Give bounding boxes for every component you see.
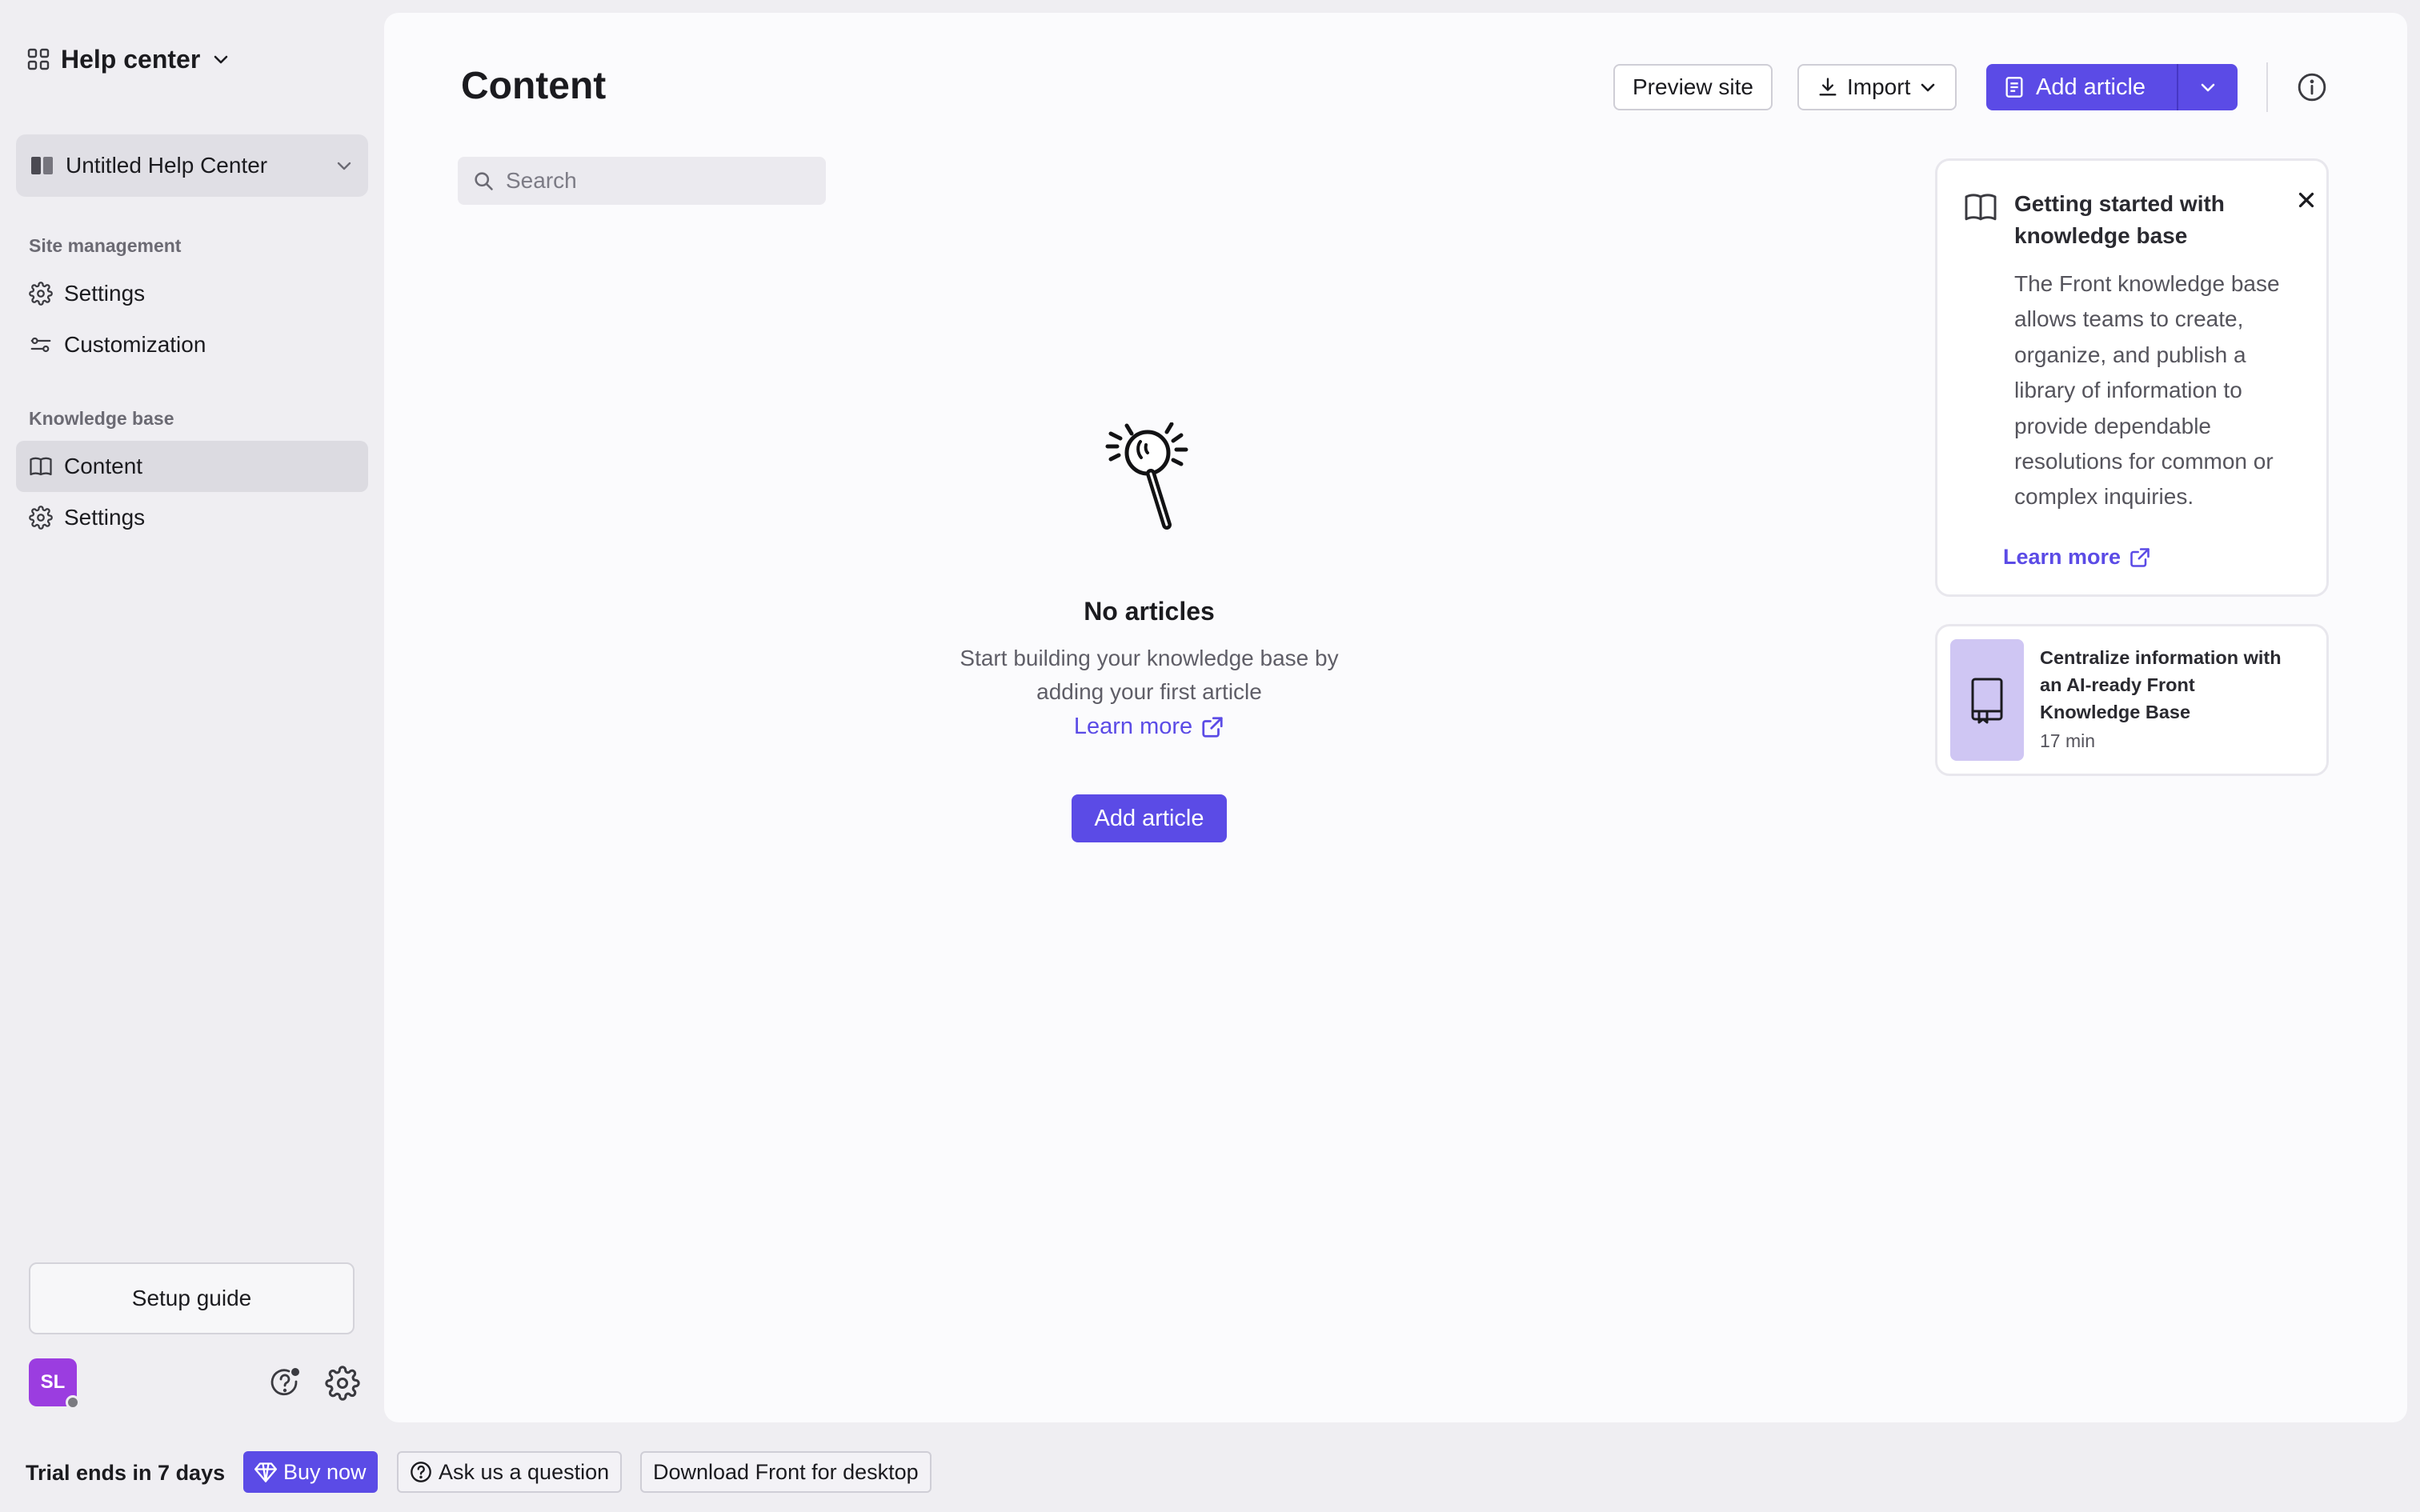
gear-icon — [29, 282, 53, 306]
ask-question-label: Ask us a question — [439, 1459, 610, 1484]
app-switcher[interactable]: Help center — [27, 42, 230, 77]
chevron-down-icon — [335, 156, 354, 175]
gear-icon — [29, 506, 53, 530]
getting-started-title: Getting started with knowledge base — [2014, 191, 2225, 248]
chevron-down-icon — [211, 50, 230, 69]
toolbar-divider — [2266, 62, 2268, 112]
video-card[interactable]: Centralize information with an AI-ready … — [1935, 624, 2329, 776]
grid-icon — [27, 48, 50, 70]
sidebar-item-site-settings[interactable]: Settings — [16, 268, 368, 319]
setup-guide-button[interactable]: Setup guide — [29, 1262, 355, 1334]
ask-question-button[interactable]: Ask us a question — [397, 1451, 623, 1493]
search-field — [458, 157, 826, 205]
sidebar-item-kb-settings[interactable]: Settings — [16, 492, 368, 543]
video-duration: 17 min — [2040, 730, 2096, 751]
site-selector[interactable]: Untitled Help Center — [16, 134, 368, 197]
getting-started-learn-more-link[interactable]: Learn more — [2003, 545, 2151, 570]
search-icon — [472, 170, 495, 192]
gear-icon[interactable] — [325, 1366, 360, 1401]
video-thumbnail — [1950, 639, 2024, 761]
diamond-icon — [254, 1462, 277, 1482]
document-icon — [2004, 76, 2025, 98]
sidebar-item-customization[interactable]: Customization — [16, 319, 368, 370]
learn-more-label: Learn more — [1073, 714, 1193, 739]
sidebar-item-label: Content — [64, 454, 143, 478]
book-icon — [29, 454, 53, 478]
trial-bar: Trial ends in 7 days Buy now Ask us a qu… — [0, 1450, 2420, 1499]
book-split-icon — [30, 155, 54, 176]
main-panel: Content Preview site Import Add article — [384, 13, 2407, 1422]
preview-site-label: Preview site — [1633, 74, 1753, 99]
empty-state-learn-more-link[interactable]: Learn more — [944, 714, 1354, 740]
getting-started-body: The Front knowledge base allows teams to… — [2014, 271, 2280, 510]
import-button[interactable]: Import — [1797, 64, 1957, 110]
chevron-down-icon — [2198, 78, 2218, 97]
page-title: Content — [461, 65, 607, 107]
external-link-icon — [2129, 546, 2151, 569]
empty-state-title: No articles — [1084, 597, 1215, 626]
video-title: Centralize information with an AI-ready … — [2040, 647, 2282, 722]
sidebar-item-label: Settings — [64, 281, 146, 306]
buy-now-label: Buy now — [283, 1459, 367, 1484]
add-article-label: Add article — [2036, 74, 2146, 100]
add-article-split-button: Add article — [1986, 64, 2238, 110]
help-icon[interactable] — [267, 1366, 302, 1401]
add-article-button[interactable]: Add article — [1986, 64, 2178, 110]
section-heading-knowledge-base: Knowledge base — [29, 408, 174, 429]
book-bookmark-icon — [1969, 676, 2005, 724]
download-desktop-button[interactable]: Download Front for desktop — [640, 1451, 932, 1493]
trial-status: Trial ends in 7 days — [26, 1461, 226, 1485]
empty-state-add-article-button[interactable]: Add article — [1072, 794, 1227, 842]
learn-more-label: Learn more — [2003, 545, 2122, 569]
search-input[interactable] — [506, 168, 811, 194]
chevron-down-icon — [1918, 78, 1937, 97]
add-article-menu-button[interactable] — [2178, 64, 2238, 110]
sidebar-item-content[interactable]: Content — [16, 441, 368, 492]
sidebar: Help center Untitled Help Center Site ma… — [0, 0, 383, 1440]
buy-now-button[interactable]: Buy now — [243, 1451, 378, 1493]
import-label: Import — [1847, 74, 1911, 99]
book-icon — [1965, 193, 1997, 222]
site-selector-label: Untitled Help Center — [66, 153, 268, 178]
sidebar-item-label: Customization — [64, 332, 206, 357]
app-title: Help center — [61, 44, 201, 74]
sidebar-item-label: Settings — [64, 505, 146, 530]
close-icon[interactable] — [2294, 188, 2318, 212]
getting-started-card: Getting started with knowledge base The … — [1935, 158, 2329, 597]
magnifier-illustration-icon — [1103, 422, 1196, 542]
avatar[interactable]: SL — [29, 1358, 80, 1410]
empty-state-description: Start building your knowledge base by ad… — [960, 646, 1339, 704]
download-icon — [1817, 76, 1839, 98]
preview-site-button[interactable]: Preview site — [1613, 64, 1773, 110]
avatar-initials: SL — [40, 1371, 66, 1393]
sliders-icon — [29, 333, 53, 357]
external-link-icon — [1200, 715, 1224, 739]
download-desktop-label: Download Front for desktop — [653, 1459, 919, 1484]
status-dot — [66, 1395, 80, 1410]
question-circle-icon — [410, 1461, 432, 1483]
section-heading-site-management: Site management — [29, 235, 182, 256]
info-icon[interactable] — [2289, 64, 2335, 110]
